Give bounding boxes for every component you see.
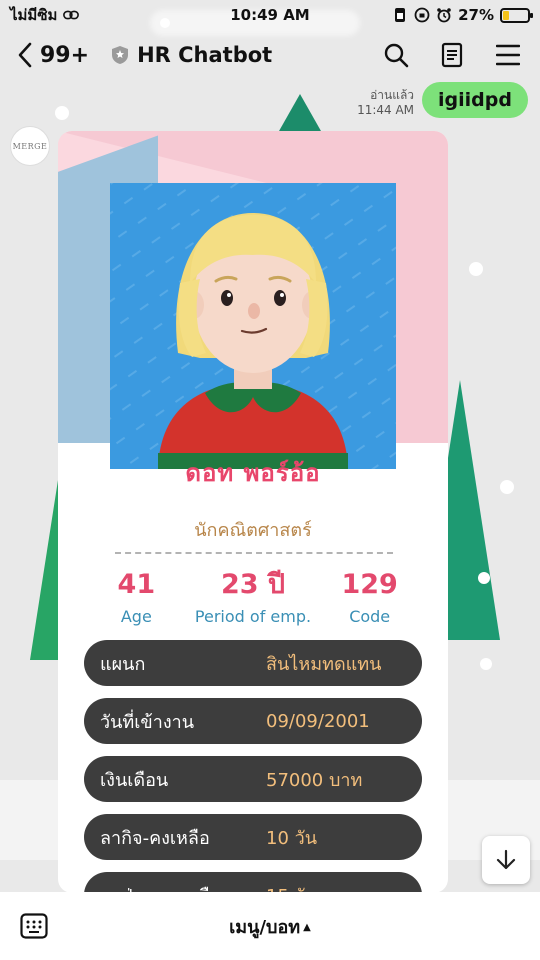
stat-label: Age: [120, 607, 152, 626]
stats-row: 41 Age 23 ปี Period of emp. 129 Code: [58, 569, 448, 626]
back-button[interactable]: 99+: [18, 42, 89, 68]
info-row-personal-leave[interactable]: ลากิจ-คงเหลือ 10 วัน: [84, 814, 422, 860]
read-receipt: อ่านแล้ว: [370, 88, 415, 102]
message-meta: อ่านแล้ว 11:44 AM: [357, 88, 414, 118]
stat-value: 23 ปี: [220, 569, 286, 600]
status-bar: ไม่มีซิม 10:49 AM 27%: [0, 0, 540, 30]
notes-button[interactable]: [438, 41, 466, 69]
background-snowflake: [469, 262, 483, 276]
bot-avatar[interactable]: MERGE: [10, 126, 50, 166]
note-icon: [441, 42, 463, 68]
caret-up-icon: ▲: [303, 922, 311, 933]
stat-label: Code: [349, 607, 391, 626]
hamburger-icon: [496, 44, 520, 66]
employee-photo: [110, 183, 396, 469]
chevron-left-icon: [18, 42, 32, 68]
unread-count: 99+: [40, 42, 90, 68]
info-value: 10 วัน: [266, 827, 318, 849]
info-value: 57000 บาท: [266, 769, 363, 791]
rotation-lock-icon: [414, 7, 430, 23]
employee-name: ดอท พอร์อ้อ: [185, 459, 321, 487]
battery-percent: 27%: [458, 6, 494, 24]
message-time: 11:44 AM: [357, 103, 415, 117]
info-label: แผนก: [100, 653, 146, 675]
background-snowflake: [500, 480, 514, 494]
outgoing-message: อ่านแล้ว 11:44 AM igiidpd: [357, 82, 528, 118]
battery-level: [503, 10, 510, 20]
search-icon: [384, 43, 409, 68]
menu-button[interactable]: [494, 41, 522, 69]
info-row-salary[interactable]: เงินเดือน 57000 บาท: [84, 756, 422, 802]
info-value: 09/09/2001: [266, 710, 370, 732]
shield-icon: [112, 46, 129, 64]
employee-position: นักคณิตศาสตร์: [194, 520, 312, 541]
info-row-start-date[interactable]: วันที่เข้างาน 09/09/2001: [84, 698, 422, 744]
info-list: แผนก สินไหมทดแทน วันที่เข้างาน 09/09/200…: [84, 640, 422, 893]
link-icon: [63, 7, 80, 23]
background-snowflake: [55, 106, 69, 120]
battery-icon: [500, 7, 533, 23]
sim-card-icon: [392, 7, 408, 23]
info-row-department[interactable]: แผนก สินไหมทดแทน: [84, 640, 422, 686]
bottom-bar: เมนู/บอท ▲: [0, 892, 540, 960]
menu-toggle-label: เมนู/บอท: [229, 916, 301, 938]
keyboard-button[interactable]: [20, 912, 48, 940]
employee-card: ดอท พอร์อ้อ นักคณิตศาสตร์ 41 Age 23 ปี P…: [58, 131, 448, 893]
chat-title: HR Chatbot: [137, 43, 273, 67]
stat-value: 41: [117, 569, 156, 600]
divider: [115, 552, 393, 554]
avatar-illustration: [110, 183, 396, 469]
keyboard-icon: [20, 913, 48, 939]
scroll-to-bottom-button[interactable]: [482, 836, 530, 884]
stat-value: 129: [341, 569, 398, 600]
search-button[interactable]: [382, 41, 410, 69]
background-snowflake: [478, 572, 490, 584]
alarm-icon: [436, 7, 452, 23]
stat-period: 23 ปี Period of emp.: [195, 569, 312, 626]
info-row-sick-leave[interactable]: ลาป่วย-คงเหลือ 15 วัน: [84, 872, 422, 893]
arrow-down-icon: [496, 849, 516, 870]
info-value: สินไหมทดแทน: [266, 653, 382, 675]
stat-code: 129 Code: [311, 569, 428, 626]
background-snowflake: [480, 658, 492, 670]
message-bubble[interactable]: igiidpd: [422, 82, 528, 118]
stat-label: Period of emp.: [194, 607, 312, 626]
info-label: วันที่เข้างาน: [100, 711, 195, 733]
info-label: ลากิจ-คงเหลือ: [100, 827, 210, 849]
menu-toggle-button[interactable]: เมนู/บอท ▲: [229, 917, 311, 938]
chat-title-group[interactable]: HR Chatbot: [111, 43, 272, 67]
info-label: เงินเดือน: [100, 769, 169, 791]
carrier-label: ไม่มีซิม: [10, 6, 58, 24]
menu-toggle: เมนู/บอท ▲: [0, 912, 540, 941]
chat-header: 99+ HR Chatbot: [0, 32, 540, 78]
stat-age: 41 Age: [78, 569, 195, 626]
